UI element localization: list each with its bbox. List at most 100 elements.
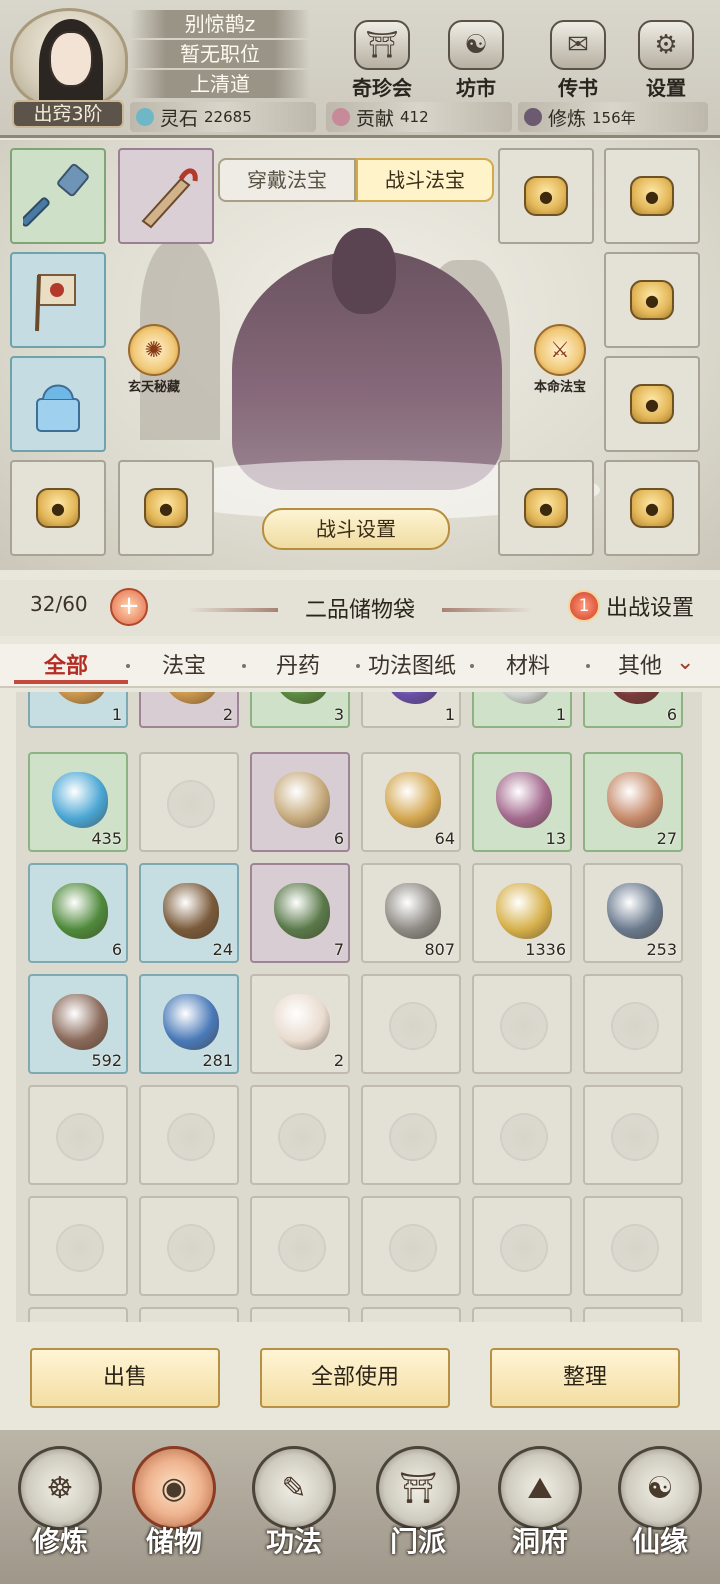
deploy-settings-button[interactable]: 出战设置	[606, 590, 694, 622]
inventory-empty-slot[interactable]	[361, 974, 461, 1074]
item-quantity: 27	[656, 829, 677, 848]
lock-icon: ●	[630, 384, 674, 424]
inventory-item[interactable]: 64	[361, 752, 461, 852]
avatar[interactable]	[10, 8, 128, 108]
resource-name: 修炼	[548, 107, 587, 130]
inventory-empty-slot[interactable]	[28, 1085, 128, 1185]
player-name: 别惊鹊z	[130, 10, 310, 38]
chevron-down-icon[interactable]: ⌄	[676, 650, 694, 675]
inventory-empty-slot[interactable]	[361, 1307, 461, 1322]
nav-techniques[interactable]: ✎ 功法	[244, 1446, 344, 1574]
nav-fate[interactable]: ☯ 仙缘	[610, 1446, 710, 1574]
inventory-item[interactable]: 253	[583, 863, 683, 963]
nav-label: 功法	[265, 1525, 322, 1558]
inventory-item[interactable]: 2	[139, 692, 239, 728]
inventory-item[interactable]: 6	[28, 863, 128, 963]
resource-lingshi[interactable]: 灵石 22685	[130, 102, 316, 132]
inventory-empty-slot[interactable]	[472, 1085, 572, 1185]
top-menu-settings[interactable]: ⚙ 设置	[628, 20, 704, 108]
battle-settings-button[interactable]: 战斗设置	[262, 508, 450, 550]
inventory-item[interactable]: 27	[583, 752, 683, 852]
item-quantity: 13	[545, 829, 566, 848]
inventory-empty-slot[interactable]	[250, 1196, 350, 1296]
inventory-empty-slot[interactable]	[250, 1307, 350, 1322]
top-menu-market[interactable]: ☯ 坊市	[438, 20, 514, 108]
item-quantity: 6	[111, 940, 122, 959]
tab-treasure[interactable]: 法宝	[162, 648, 206, 680]
nav-cultivate[interactable]: ☸ 修炼	[10, 1446, 110, 1574]
equip-slot-locked[interactable]: ●	[604, 252, 700, 348]
inventory-item[interactable]: 1336	[472, 863, 572, 963]
nav-cave[interactable]: ⛰ 洞府	[490, 1446, 590, 1574]
inventory-item[interactable]: 807	[361, 863, 461, 963]
equip-slot-hammer[interactable]	[10, 148, 106, 244]
tab-pill[interactable]: 丹药	[276, 648, 320, 680]
tab-battle-treasure[interactable]: 战斗法宝	[356, 158, 494, 202]
tab-all[interactable]: 全部	[44, 648, 88, 680]
inventory-empty-slot[interactable]	[139, 1307, 239, 1322]
inventory-empty-slot[interactable]	[139, 1085, 239, 1185]
equip-slot-locked[interactable]: ●	[498, 460, 594, 556]
expand-bag-button[interactable]: +	[110, 588, 148, 626]
inventory-item[interactable]: 7	[250, 863, 350, 963]
tab-material[interactable]: 材料	[506, 648, 550, 680]
equip-slot-locked[interactable]: ●	[498, 148, 594, 244]
inventory-empty-slot[interactable]	[583, 1085, 683, 1185]
inventory-empty-slot[interactable]	[472, 1196, 572, 1296]
inventory-empty-slot[interactable]	[139, 1196, 239, 1296]
equip-slot-locked[interactable]: ●	[604, 460, 700, 556]
skill-benming[interactable]: ⚔ 本命法宝	[520, 324, 600, 395]
item-icon	[607, 772, 663, 828]
inventory-empty-slot[interactable]	[472, 1307, 572, 1322]
inventory-empty-slot[interactable]	[28, 1307, 128, 1322]
inventory-item[interactable]: 1	[361, 692, 461, 728]
inventory-item[interactable]: 13	[472, 752, 572, 852]
sort-button[interactable]: 整理	[490, 1348, 680, 1408]
top-menu-qizhenhui[interactable]: ⛩ 奇珍会	[344, 20, 420, 108]
nav-sect[interactable]: ⛩ 门派	[368, 1446, 468, 1574]
item-icon	[52, 692, 108, 704]
equip-slot-blade[interactable]	[118, 148, 214, 244]
inventory-empty-slot[interactable]	[361, 1196, 461, 1296]
inventory-item[interactable]: 435	[28, 752, 128, 852]
tab-wear-treasure[interactable]: 穿戴法宝	[218, 158, 356, 202]
inventory-empty-slot[interactable]	[583, 1196, 683, 1296]
equip-slot-banner[interactable]	[10, 252, 106, 348]
item-icon	[274, 772, 330, 828]
top-menu-letter[interactable]: ✉ 传书	[540, 20, 616, 108]
inventory-empty-slot[interactable]	[361, 1085, 461, 1185]
inventory-item[interactable]: 3	[250, 692, 350, 728]
sell-button[interactable]: 出售	[30, 1348, 220, 1408]
inventory-item[interactable]: 6	[250, 752, 350, 852]
tab-manual[interactable]: 功法图纸	[368, 648, 456, 680]
resource-xiulian[interactable]: 修炼 156年	[518, 102, 708, 132]
inventory-empty-slot[interactable]	[28, 1196, 128, 1296]
inventory-grid[interactable]: 1 2 3 1 1 6 435 6 64 13 27 6 24 7 807 1336 253 592 281 2	[16, 692, 702, 1322]
top-menu-label: 设置	[646, 76, 686, 100]
inventory-empty-slot[interactable]	[472, 974, 572, 1074]
inventory-item[interactable]: 1	[472, 692, 572, 728]
equip-slot-locked[interactable]: ●	[604, 148, 700, 244]
resource-gongxian[interactable]: 贡献 412	[326, 102, 512, 132]
inventory-empty-slot[interactable]	[139, 752, 239, 852]
nav-storage[interactable]: ◉ 储物	[124, 1446, 224, 1574]
skill-label: 玄天秘藏	[127, 380, 180, 395]
skill-xuantian[interactable]: ✺ 玄天秘藏	[116, 324, 192, 395]
inventory-item[interactable]: 281	[139, 974, 239, 1074]
equip-slot-locked[interactable]: ●	[10, 460, 106, 556]
inventory-item[interactable]: 24	[139, 863, 239, 963]
inventory-empty-slot[interactable]	[583, 974, 683, 1074]
equip-slot-locked[interactable]: ●	[118, 460, 214, 556]
inventory-item[interactable]: 2	[250, 974, 350, 1074]
tab-other[interactable]: 其他	[618, 648, 662, 680]
equip-slot-locked[interactable]: ●	[604, 356, 700, 452]
item-quantity: 435	[91, 829, 122, 848]
decor-line-right	[442, 608, 532, 612]
equip-slot-seal[interactable]	[10, 356, 106, 452]
inventory-empty-slot[interactable]	[583, 1307, 683, 1322]
use-all-button[interactable]: 全部使用	[260, 1348, 450, 1408]
inventory-item[interactable]: 6	[583, 692, 683, 728]
inventory-item[interactable]: 1	[28, 692, 128, 728]
inventory-empty-slot[interactable]	[250, 1085, 350, 1185]
inventory-item[interactable]: 592	[28, 974, 128, 1074]
